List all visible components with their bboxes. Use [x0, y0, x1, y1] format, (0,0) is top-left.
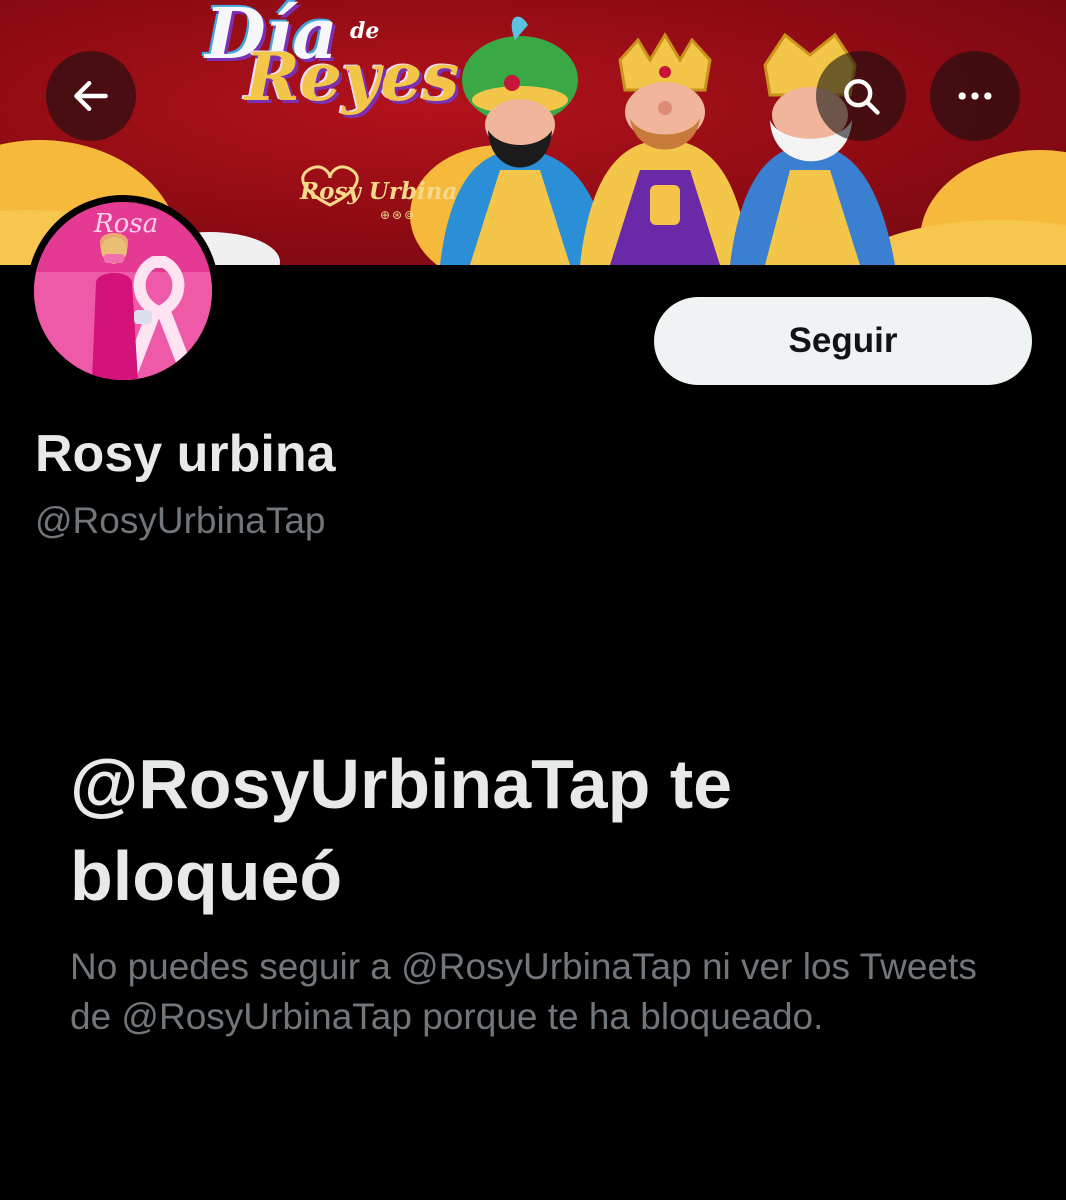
more-options-button[interactable]	[930, 51, 1020, 141]
blocked-title: @RosyUrbinaTap te bloqueó	[70, 745, 733, 915]
search-icon	[844, 79, 880, 115]
user-handle: @RosyUrbinaTap	[35, 500, 326, 541]
avatar-image: Rosa	[34, 202, 212, 380]
blocked-description: No puedes seguir a @RosyUrbinaTap ni ver…	[70, 946, 977, 1037]
search-button[interactable]	[816, 51, 906, 141]
arrow-left-icon	[74, 80, 108, 112]
profile-avatar[interactable]: Rosa	[27, 195, 219, 387]
banner-brand: Rosy Urbina	[300, 178, 458, 205]
avatar-text: Rosa	[93, 209, 158, 239]
display-name: Rosy urbina	[35, 425, 336, 483]
back-button[interactable]	[46, 51, 136, 141]
more-horizontal-icon	[958, 92, 992, 100]
banner-title-reyes: Reyes	[245, 38, 460, 116]
banner-social-icons: ⊕⊛⊚	[380, 208, 417, 222]
follow-button[interactable]: Seguir	[654, 297, 1032, 385]
avatar-photo: Rosa	[34, 202, 212, 380]
